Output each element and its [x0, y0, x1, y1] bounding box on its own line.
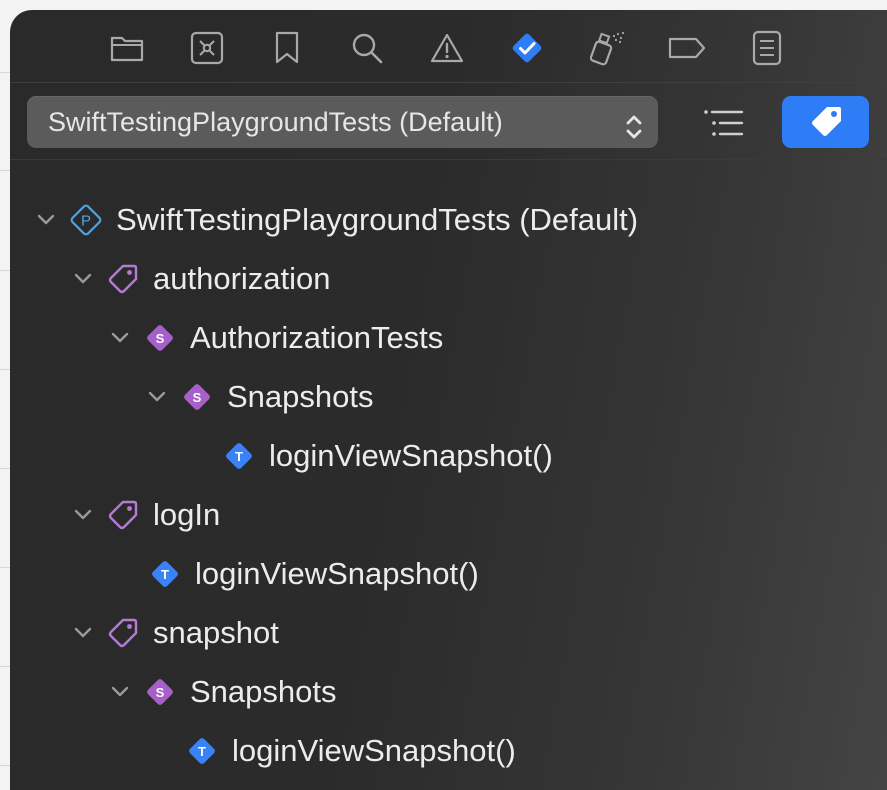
debug-spray-icon[interactable] [587, 28, 627, 68]
svg-text:T: T [235, 449, 243, 464]
breakpoint-icon[interactable] [667, 28, 707, 68]
chevron-down-icon[interactable] [73, 623, 93, 643]
test-icon: T [147, 556, 183, 592]
tree-row-label: loginViewSnapshot() [232, 733, 516, 768]
list-icon[interactable] [698, 103, 748, 143]
chevron-down-icon[interactable] [73, 505, 93, 525]
chevron-down-icon[interactable] [110, 328, 130, 348]
tree-row-label: loginViewSnapshot() [269, 438, 553, 473]
tree-row-suite-snapshots[interactable]: S Snapshots [147, 372, 374, 422]
svg-text:S: S [156, 685, 165, 700]
tree-row-root[interactable]: P SwiftTestingPlaygroundTests (Default) [36, 195, 638, 245]
tree-row-suite-authorizationtests[interactable]: S AuthorizationTests [110, 313, 443, 363]
tree-row-test-loginviewsnapshot[interactable]: T loginViewSnapshot() [184, 726, 516, 776]
project-navigator-icon[interactable] [107, 28, 147, 68]
tree-row-label: loginViewSnapshot() [195, 556, 479, 591]
suite-icon: S [142, 674, 178, 710]
tree-row-label: logIn [153, 497, 221, 532]
tree-row-test-loginviewsnapshot[interactable]: T loginViewSnapshot() [147, 549, 479, 599]
tree-row-suite-snapshots[interactable]: S Snapshots [110, 667, 337, 717]
scheme-filter-bar: SwiftTestingPlaygroundTests (Default) [10, 83, 887, 160]
bookmark-icon[interactable] [267, 28, 307, 68]
project-icon: P [68, 202, 104, 238]
suite-icon: S [179, 379, 215, 415]
navigator-panel: SwiftTestingPlaygroundTests (Default) P … [10, 10, 887, 790]
scheme-selected-label: SwiftTestingPlaygroundTests (Default) [48, 107, 503, 137]
tag-icon [105, 261, 141, 297]
issue-warning-icon[interactable] [427, 28, 467, 68]
tag-icon [105, 615, 141, 651]
svg-text:S: S [193, 390, 202, 405]
chevron-down-icon[interactable] [73, 269, 93, 289]
test-navigator-icon[interactable] [507, 28, 547, 68]
report-icon[interactable] [747, 28, 787, 68]
tree-row-tag-authorization[interactable]: authorization [73, 254, 331, 304]
chevron-down-icon[interactable] [147, 387, 167, 407]
scheme-popup-button[interactable]: SwiftTestingPlaygroundTests (Default) [27, 96, 658, 148]
tag-icon [105, 497, 141, 533]
tree-row-label: Snapshots [227, 379, 374, 414]
tree-row-label: Snapshots [190, 674, 337, 709]
tree-row-label: authorization [153, 261, 331, 296]
tree-row-label: snapshot [153, 615, 279, 650]
svg-text:T: T [198, 744, 206, 759]
svg-text:T: T [161, 567, 169, 582]
chevron-up-down-icon [624, 107, 644, 139]
tree-row-label: AuthorizationTests [190, 320, 444, 355]
navigator-toolbar [10, 10, 887, 83]
chevron-down-icon[interactable] [110, 682, 130, 702]
tree-row-label: SwiftTestingPlaygroundTests (Default) [116, 202, 639, 237]
tree-row-tag-login[interactable]: logIn [73, 490, 220, 540]
test-icon: T [184, 733, 220, 769]
chevron-down-icon[interactable] [36, 210, 56, 230]
suite-icon: S [142, 320, 178, 356]
tree-row-tag-snapshot[interactable]: snapshot [73, 608, 279, 658]
source-control-icon[interactable] [187, 28, 227, 68]
svg-text:S: S [156, 331, 165, 346]
tag-icon [811, 107, 841, 136]
find-icon[interactable] [347, 28, 387, 68]
tag-view-button[interactable] [782, 96, 869, 148]
tree-row-test-loginviewsnapshot[interactable]: T loginViewSnapshot() [221, 431, 553, 481]
test-icon: T [221, 438, 257, 474]
svg-text:P: P [81, 213, 91, 230]
